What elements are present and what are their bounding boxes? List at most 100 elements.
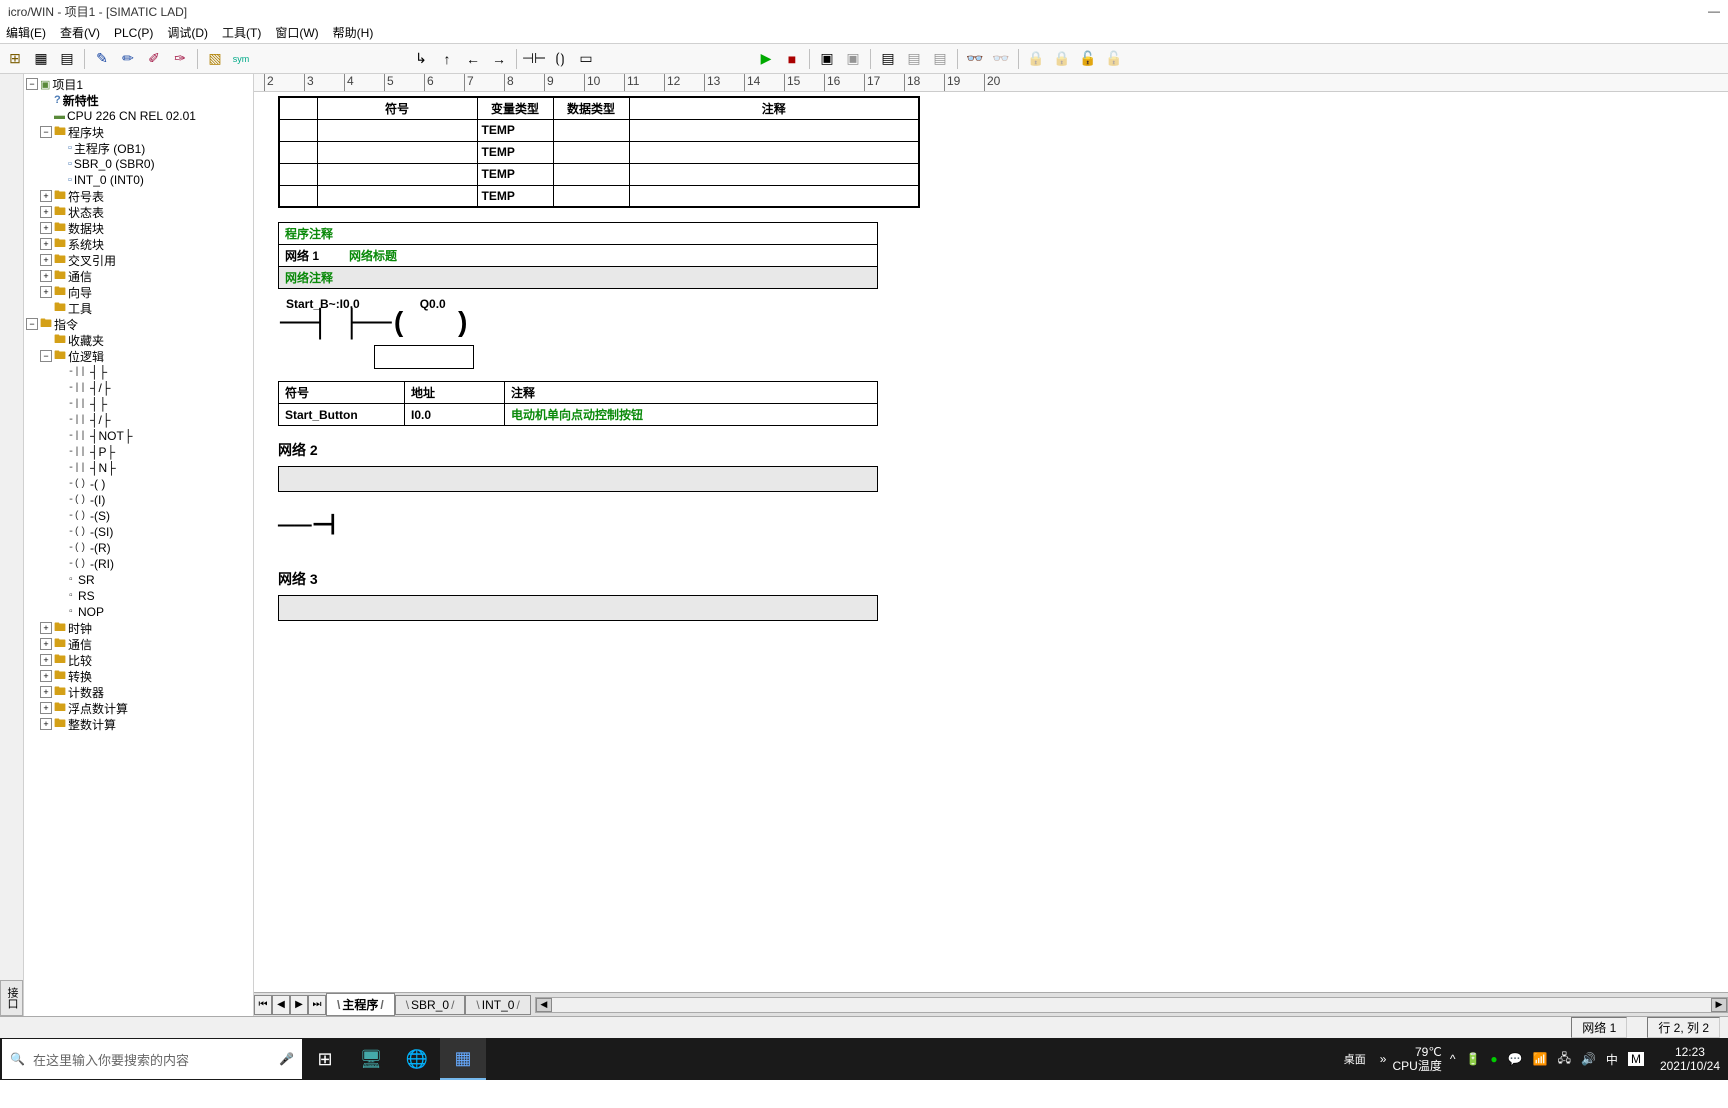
tb-coil-icon[interactable]: ⟮⟯ [549, 48, 571, 70]
network-3-block[interactable] [278, 595, 878, 621]
tb-lock-icon[interactable]: 🔒 [1025, 48, 1047, 70]
tb-up-icon[interactable]: ↑ [436, 48, 458, 70]
tree-bit-5[interactable]: -||┤P├ [24, 444, 253, 460]
tb-sym-icon[interactable]: sym [230, 48, 252, 70]
tree-bit-2[interactable]: -||┤├ [24, 396, 253, 412]
tb-wand4-icon[interactable]: ✑ [169, 48, 191, 70]
table-row[interactable]: Start_Button I0.0 电动机单向点动控制按钮 [279, 404, 878, 426]
tb-unlock2-icon[interactable]: 🔓 [1103, 48, 1125, 70]
tab-last-button[interactable]: ⏭ [308, 995, 326, 1015]
tb-right-icon[interactable]: → [488, 48, 510, 70]
tb-contact-icon[interactable]: ⊣⊢ [523, 48, 545, 70]
tree-bit-8[interactable]: -()-(I) [24, 492, 253, 508]
tab-first-button[interactable]: ⏮ [254, 995, 272, 1015]
tray-ime-icon[interactable]: 中 [1606, 1051, 1618, 1068]
scroll-left-button[interactable]: ◀ [536, 998, 552, 1012]
tb-wand2-icon[interactable]: ✏ [117, 48, 139, 70]
menu-edit[interactable]: 编辑(E) [6, 24, 46, 41]
tree-bit-9[interactable]: -()-(S) [24, 508, 253, 524]
tab-scrollbar[interactable]: ◀ ▶ [535, 997, 1728, 1013]
tb-unlock-icon[interactable]: 🔓 [1077, 48, 1099, 70]
program-comment[interactable]: 程序注释 [279, 223, 877, 245]
ladder-diagram[interactable]: ──┤ ├──( ) [278, 311, 1728, 339]
variable-table[interactable]: 符号 变量类型 数据类型 注释 TEMP TEMP TEMP TEMP [278, 96, 920, 208]
tree-bit-13[interactable]: ▫SR [24, 572, 253, 588]
menu-debug[interactable]: 调试(D) [167, 24, 208, 41]
tray-net-icon[interactable]: 🖧 [1558, 1049, 1571, 1070]
tb-monitor-icon[interactable]: ▣ [816, 48, 838, 70]
taskbar-desktop-label[interactable]: 桌面 [1336, 1051, 1374, 1067]
tray-wifi-icon[interactable]: 📶 [1533, 1052, 1548, 1066]
tree-bit-11[interactable]: -()-(R) [24, 540, 253, 556]
menu-tools[interactable]: 工具(T) [222, 24, 261, 41]
tree-bit-10[interactable]: -()-(SI) [24, 524, 253, 540]
tray-up-icon[interactable]: ^ [1450, 1052, 1456, 1066]
tree-bit-3[interactable]: -||┤/├ [24, 412, 253, 428]
editor-canvas[interactable]: 符号 变量类型 数据类型 注释 TEMP TEMP TEMP TEMP 程序注释… [254, 92, 1728, 992]
tb-wand3-icon[interactable]: ✐ [143, 48, 165, 70]
mic-icon[interactable]: 🎤 [279, 1052, 294, 1066]
minimize-button[interactable]: — [1708, 4, 1720, 18]
tab-main[interactable]: 主程序 [326, 993, 395, 1016]
tb-monitor2-icon[interactable]: ▣ [842, 48, 864, 70]
tray-m-icon[interactable]: M [1628, 1052, 1644, 1066]
weather-widget[interactable]: 79℃ CPU温度 [1392, 1045, 1441, 1074]
taskbar-chrome-icon[interactable]: 🌐 [394, 1038, 440, 1080]
tray-volume-icon[interactable]: 🔊 [1581, 1052, 1596, 1066]
tb-table-icon[interactable]: ▤ [56, 48, 78, 70]
tb-status-icon[interactable]: ▤ [877, 48, 899, 70]
tree-bit-14[interactable]: ▫RS [24, 588, 253, 604]
table-row[interactable]: TEMP [279, 141, 919, 163]
tray-expand-icon[interactable]: » [1374, 1052, 1393, 1066]
taskbar-desktop-icon[interactable]: 🖥 [348, 1038, 394, 1080]
tree-integer[interactable]: +🖿整数计算 [24, 716, 253, 732]
tb-lock2-icon[interactable]: 🔒 [1051, 48, 1073, 70]
tb-status2-icon[interactable]: ▤ [903, 48, 925, 70]
network-1-header[interactable]: 网络 1 网络标题 [279, 245, 877, 267]
tray-battery-icon[interactable]: 🔋 [1465, 1052, 1480, 1066]
tb-stop-icon[interactable]: ■ [781, 48, 803, 70]
tree-bit-4[interactable]: -||┤NOT├ [24, 428, 253, 444]
tb-chart-icon[interactable]: ▧ [204, 48, 226, 70]
tb-grid-icon[interactable]: ▦ [30, 48, 52, 70]
taskbar-app-icon[interactable]: ▦ [440, 1038, 486, 1080]
network-1-comment[interactable]: 网络注释 [279, 267, 877, 288]
tab-int0[interactable]: INT_0 [465, 995, 530, 1015]
network-3-header[interactable]: 网络 3 [278, 569, 1728, 589]
project-tree[interactable]: −▣项目1 ?新特性 ▬CPU 226 CN REL 02.01 −🖿程序块 ▫… [24, 74, 253, 734]
table-row[interactable]: TEMP [279, 163, 919, 185]
interface-tab[interactable]: 接口 [0, 980, 23, 1016]
tray-wechat-icon[interactable]: 💬 [1508, 1052, 1523, 1066]
network-2-block[interactable] [278, 466, 878, 492]
tree-newprop[interactable]: ?新特性 [24, 92, 253, 108]
symbol-usage-table[interactable]: 符号 地址 注释 Start_Button I0.0 电动机单向点动控制按钮 [278, 381, 878, 426]
tb-wand-icon[interactable]: ✎ [91, 48, 113, 70]
tree-progblock[interactable]: −🖿程序块 [24, 124, 253, 140]
tb-status3-icon[interactable]: ▤ [929, 48, 951, 70]
tb-box-icon[interactable]: ▭ [575, 48, 597, 70]
tb-glasses2-icon[interactable]: 👓 [990, 48, 1012, 70]
tree-bitlogic[interactable]: −🖿位逻辑 [24, 348, 253, 364]
tree-tools[interactable]: 🖿工具 [24, 300, 253, 316]
tree-bit-12[interactable]: -()-(RI) [24, 556, 253, 572]
network-2-header[interactable]: 网络 2 [278, 440, 1728, 460]
tree-bit-7[interactable]: -()-( ) [24, 476, 253, 492]
system-tray[interactable]: ^ 🔋 ● 💬 📶 🖧 🔊 中 M [1442, 1049, 1652, 1070]
tab-prev-button[interactable]: ◀ [272, 995, 290, 1015]
tree-root[interactable]: −▣项目1 [24, 76, 253, 92]
tab-next-button[interactable]: ▶ [290, 995, 308, 1015]
tree-prog-sbr[interactable]: ▫SBR_0 (SBR0) [24, 156, 253, 172]
scroll-right-button[interactable]: ▶ [1711, 998, 1727, 1012]
menu-help[interactable]: 帮助(H) [333, 24, 374, 41]
table-row[interactable]: TEMP [279, 119, 919, 141]
tb-left-icon[interactable]: ← [462, 48, 484, 70]
tb-dn-right-icon[interactable]: ↳ [410, 48, 432, 70]
menu-window[interactable]: 窗口(W) [275, 24, 318, 41]
tray-app-icon[interactable]: ● [1490, 1052, 1497, 1066]
task-view-button[interactable]: ⊞ [302, 1038, 348, 1080]
ladder-rung-1[interactable]: Start_B~:I0.0 Q0.0 ──┤ ├──( ) [278, 297, 1728, 369]
tree-bit-1[interactable]: -||┤/├ [24, 380, 253, 396]
taskbar-clock[interactable]: 12:23 2021/10/24 [1652, 1045, 1728, 1074]
tb-glasses-icon[interactable]: 👓 [964, 48, 986, 70]
network-1-block[interactable]: 程序注释 网络 1 网络标题 网络注释 [278, 222, 878, 289]
